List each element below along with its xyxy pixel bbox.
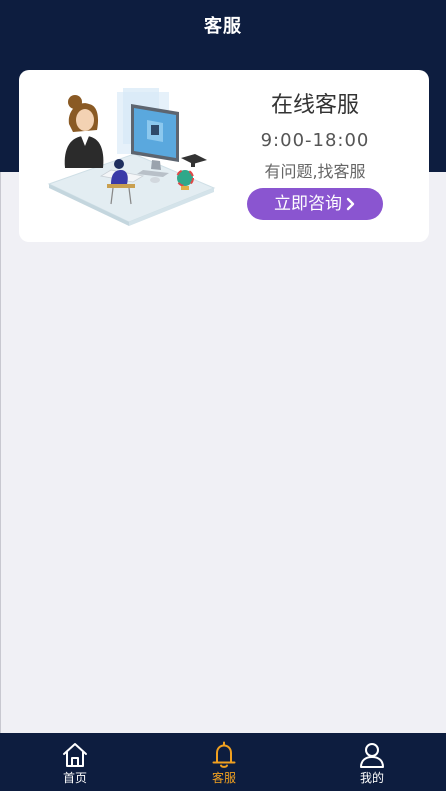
service-info: 在线客服 9:00-18:00 有问题,找客服 [245, 88, 385, 186]
tab-mine-label: 我的 [359, 771, 384, 785]
tab-home-label: 首页 [62, 771, 87, 785]
divider [0, 172, 1, 733]
page-title: 客服 [204, 16, 242, 37]
service-title: 在线客服 [270, 93, 359, 118]
consult-now-button[interactable]: 立即咨询 [247, 188, 383, 220]
page: 客服 在线客服 9:00-18:00 有问题,找客服 立即咨询 首页 客服 我的 [0, 0, 446, 791]
customer-service-agent-illustration [47, 88, 216, 226]
tab-home[interactable]: 首页 [25, 733, 125, 791]
tab-mine[interactable]: 我的 [322, 733, 422, 791]
service-card: 在线客服 9:00-18:00 有问题,找客服 立即咨询 [19, 70, 429, 242]
tab-customer-service[interactable]: 客服 [174, 733, 274, 791]
service-description: 有问题,找客服 [264, 162, 366, 181]
bell-icon [212, 741, 236, 768]
chevron-right-icon [346, 190, 356, 222]
bottom-tab-bar: 首页 客服 我的 [0, 733, 446, 791]
service-hours: 9:00-18:00 [260, 130, 370, 151]
home-icon [63, 743, 87, 767]
consult-button-label: 立即咨询 [274, 194, 342, 214]
tab-customer-service-label: 客服 [211, 771, 236, 785]
user-icon [360, 743, 384, 768]
